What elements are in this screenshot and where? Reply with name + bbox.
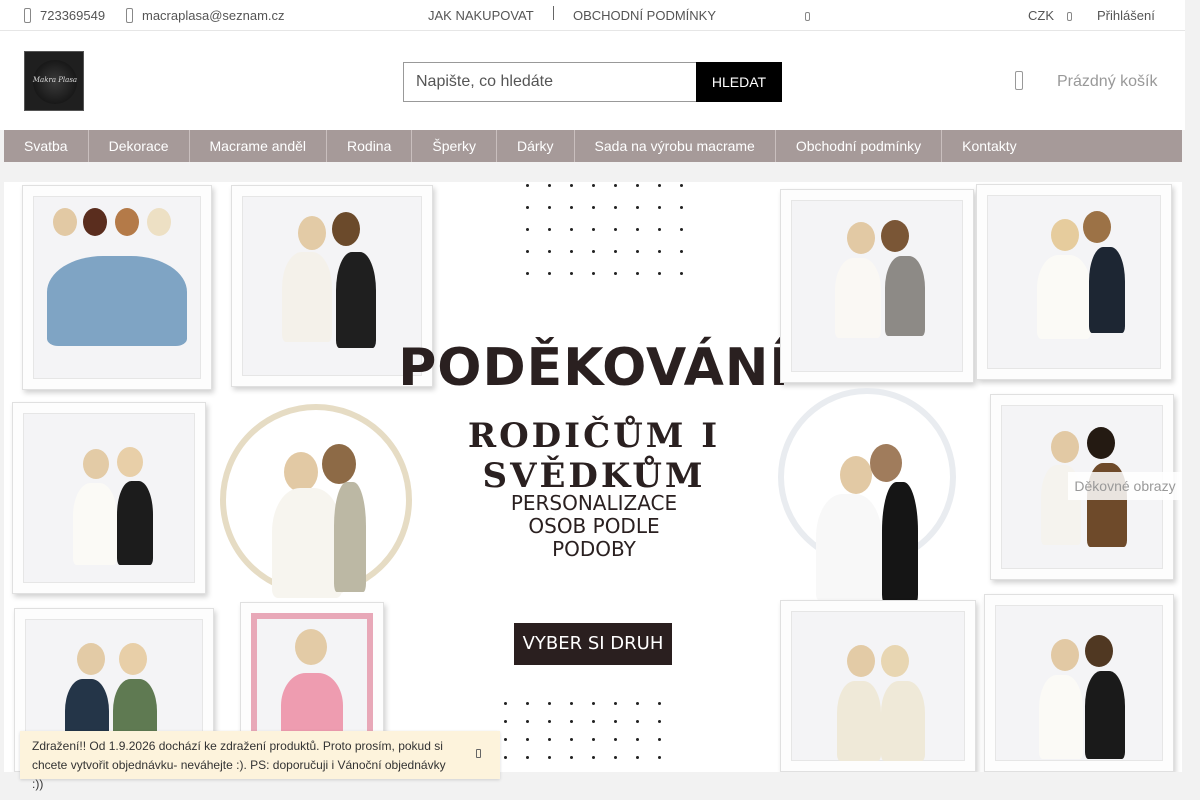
product-frame	[976, 184, 1172, 380]
banner-personalization: PERSONALIZACE OSOB PODLE PODOBY	[474, 492, 714, 561]
nav-item-darky[interactable]: Dárky	[497, 130, 575, 162]
terms-link[interactable]: OBCHODNÍ PODMÍNKY	[573, 0, 716, 31]
phone-icon	[24, 8, 31, 23]
logo[interactable]: Makra Plasa	[24, 51, 84, 111]
email-icon	[126, 8, 133, 23]
how-to-buy-link[interactable]: JAK NAKUPOVAT	[428, 0, 534, 31]
nav-item-dekorace[interactable]: Dekorace	[89, 130, 190, 162]
cart-icon	[1015, 71, 1023, 90]
notice-line: chcete vytvořit objednávku- neváhejte :)…	[32, 758, 446, 791]
header: Makra Plasa HLEDAT Prázdný košík	[0, 31, 1185, 130]
scrollbar[interactable]	[1185, 0, 1200, 800]
dropdown-icon[interactable]	[805, 0, 810, 31]
top-bar: 723369549 macraplasa@seznam.cz JAK NAKUP…	[0, 0, 1185, 31]
nav-item-sada[interactable]: Sada na výrobu macrame	[575, 130, 776, 162]
login-link[interactable]: Přihlášení	[1097, 0, 1155, 31]
product-frame	[22, 185, 212, 390]
phone-number: 723369549	[40, 8, 106, 23]
phone-link[interactable]: 723369549	[24, 0, 105, 31]
nav-item-sperky[interactable]: Šperky	[412, 130, 497, 162]
email-address: macraplasa@seznam.cz	[142, 8, 285, 23]
search-button[interactable]: HLEDAT	[696, 62, 782, 102]
nav-item-macrame-andel[interactable]: Macrame anděl	[190, 130, 328, 162]
currency-select[interactable]: CZK	[1028, 0, 1072, 31]
search-input[interactable]	[403, 62, 697, 102]
product-frame	[780, 189, 974, 383]
chevron-down-icon	[1067, 12, 1072, 21]
cart-label: Prázdný košík	[1057, 73, 1158, 90]
currency-label: CZK	[1028, 8, 1054, 23]
hero-banner[interactable]: PODĚKOVÁNÍ RODIČŮM I SVĚDKŮM PERSONALIZA…	[4, 182, 1182, 772]
logo-text: Makra Plasa	[32, 76, 78, 84]
close-icon[interactable]	[476, 749, 481, 758]
dot-pattern-bottom	[504, 702, 674, 762]
email-link[interactable]: macraplasa@seznam.cz	[126, 0, 285, 31]
nav-item-rodina[interactable]: Rodina	[327, 130, 413, 162]
cart-link[interactable]: Prázdný košík	[1015, 71, 1157, 93]
banner-subhead: RODIČŮM I SVĚDKŮM	[467, 416, 721, 496]
product-frame	[780, 600, 976, 772]
nav-item-svatba[interactable]: Svatba	[4, 130, 89, 162]
dot-pattern-top	[526, 184, 696, 276]
page: 723369549 macraplasa@seznam.cz JAK NAKUP…	[0, 0, 1185, 800]
product-frame	[984, 594, 1174, 772]
product-frame	[12, 402, 206, 594]
topbar-divider	[553, 6, 554, 20]
banner-category-tag[interactable]: Děkovné obrazy	[1068, 472, 1182, 500]
notice-line: Zdražení!! Od 1.9.2026 dochází ke zdraže…	[32, 739, 443, 753]
search-form: HLEDAT	[403, 62, 782, 102]
price-notice-bar: Zdražení!! Od 1.9.2026 dochází ke zdraže…	[20, 731, 500, 791]
nav-item-kontakty[interactable]: Kontakty	[942, 130, 1036, 162]
nav-item-obchodni-podminky[interactable]: Obchodní podmínky	[776, 130, 943, 162]
perso-line: OSOB PODLE	[528, 514, 660, 538]
perso-line: PERSONALIZACE	[510, 491, 678, 515]
banner-headline: PODĚKOVÁNÍ	[398, 338, 790, 398]
choose-type-button[interactable]: VYBER SI DRUH	[514, 623, 672, 665]
main-nav: Svatba Dekorace Macrame anděl Rodina Špe…	[4, 130, 1182, 162]
perso-line: PODOBY	[552, 537, 636, 561]
